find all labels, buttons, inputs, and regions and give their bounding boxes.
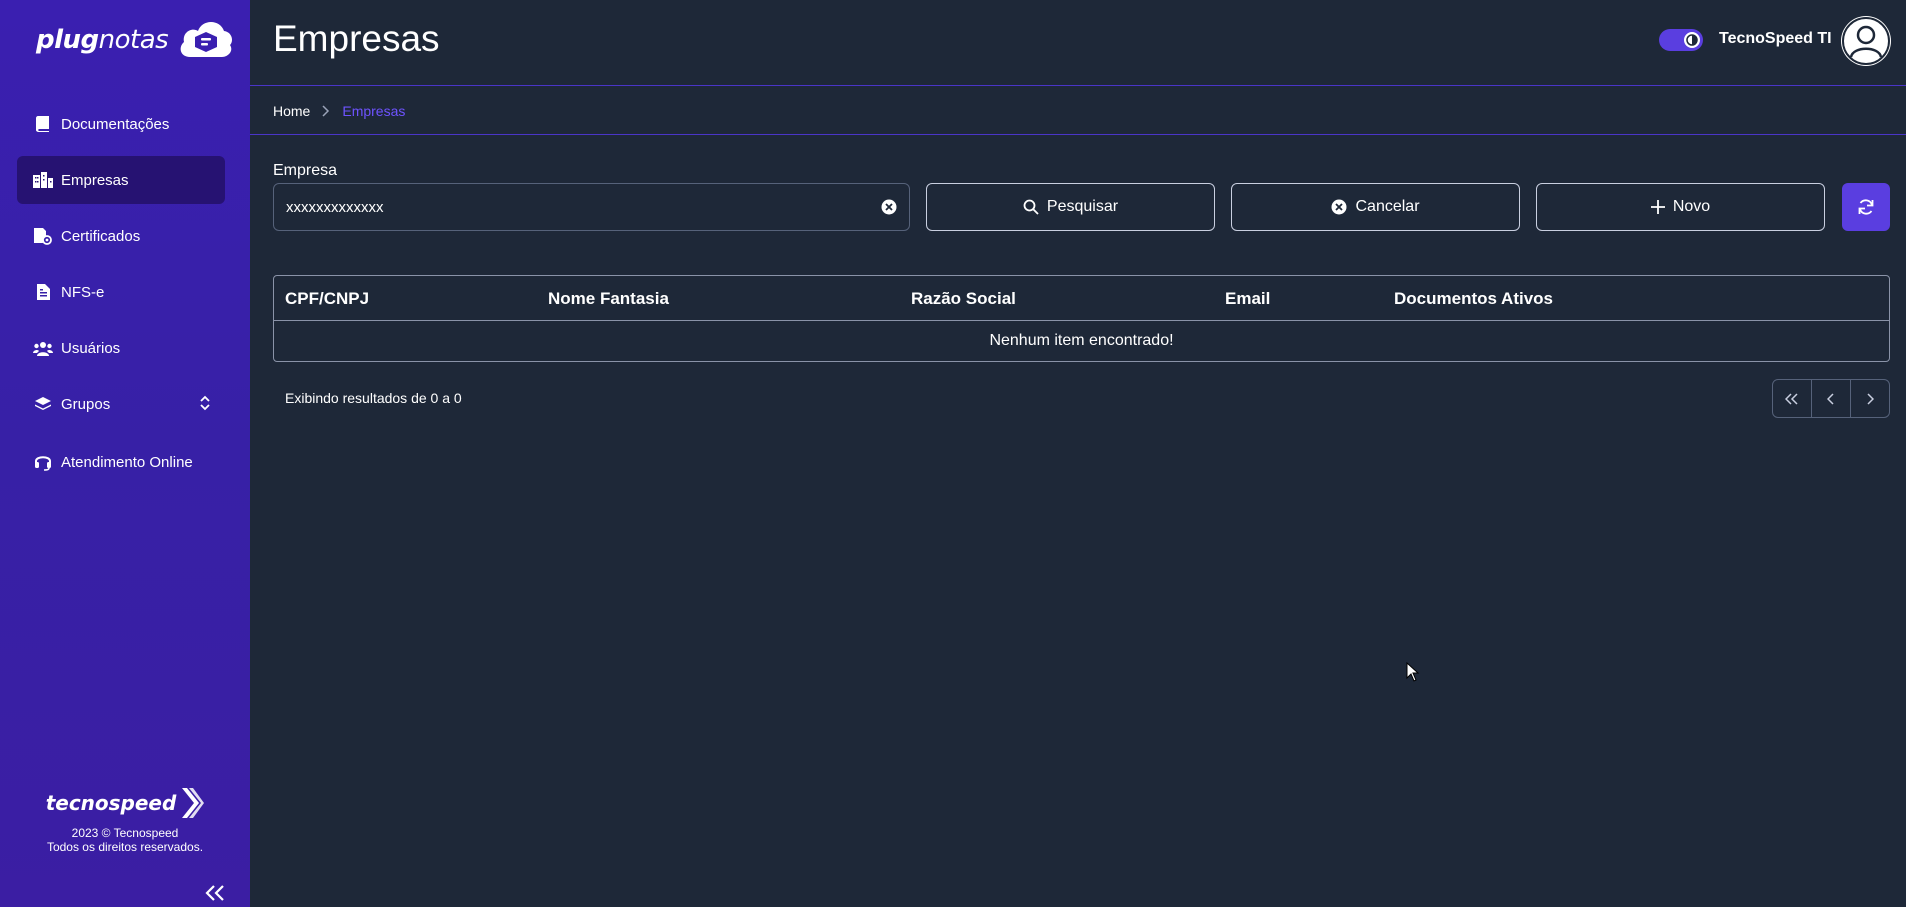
table-header: CPF/CNPJ Nome Fantasia Razão Social Emai… xyxy=(274,276,1889,321)
book-icon xyxy=(33,114,53,134)
sidebar-item-certificados[interactable]: Certificados xyxy=(17,212,225,260)
moon-icon xyxy=(1684,32,1700,48)
sidebar-item-label: Empresas xyxy=(61,171,129,189)
document-icon xyxy=(33,282,53,302)
sidebar-item-label: Atendimento Online xyxy=(61,453,193,471)
tecnospeed-logo: tecnospeed xyxy=(46,788,205,818)
logo-text-plug: plug xyxy=(36,25,99,55)
empty-message: Nenhum item encontrado! xyxy=(989,332,1174,349)
results-summary: Exibindo resultados de 0 a 0 xyxy=(285,390,462,406)
tecnospeed-chevron-icon xyxy=(180,788,205,818)
empresa-search-box xyxy=(273,183,910,231)
building-icon xyxy=(33,170,53,190)
sidebar-item-label: Usuários xyxy=(61,339,121,357)
sidebar-item-nfse[interactable]: NFS-e xyxy=(17,268,225,316)
users-icon xyxy=(33,338,53,358)
sidebar: plugnotas Documentações Empresas Certifi… xyxy=(0,0,250,907)
sidebar-item-documentacoes[interactable]: Documentações xyxy=(17,100,225,148)
pagination xyxy=(1772,379,1890,418)
search-button[interactable]: Pesquisar xyxy=(926,183,1215,231)
layers-icon xyxy=(33,394,53,414)
breadcrumb: Home Empresas xyxy=(250,87,1906,135)
previous-page-button[interactable] xyxy=(1812,380,1851,417)
sidebar-item-empresas[interactable]: Empresas xyxy=(17,156,225,204)
sidebar-item-grupos[interactable]: Grupos xyxy=(17,380,225,428)
headset-icon xyxy=(33,452,53,472)
new-button[interactable]: Novo xyxy=(1536,183,1825,231)
cloud-logo-icon xyxy=(176,17,234,64)
double-chevron-left-icon xyxy=(1785,392,1798,405)
column-header-nome-fantasia[interactable]: Nome Fantasia xyxy=(548,289,669,309)
breadcrumb-home[interactable]: Home xyxy=(273,103,310,119)
mouse-cursor-icon xyxy=(1406,661,1420,687)
next-page-button[interactable] xyxy=(1851,380,1889,417)
user-avatar-icon xyxy=(1842,17,1890,65)
column-header-documentos-ativos[interactable]: Documentos Ativos xyxy=(1394,289,1553,309)
sidebar-footer: tecnospeed 2023 © Tecnospeed Todos os di… xyxy=(0,788,250,854)
column-header-email[interactable]: Email xyxy=(1225,289,1270,309)
chevron-right-icon xyxy=(322,104,330,117)
new-button-label: Novo xyxy=(1672,198,1711,215)
copyright-line2: Todos os direitos reservados. xyxy=(46,840,204,854)
plus-icon xyxy=(1650,200,1665,214)
empresas-table: CPF/CNPJ Nome Fantasia Razão Social Emai… xyxy=(273,275,1890,362)
logo-text-notas: notas xyxy=(98,25,169,55)
cancel-button-label: Cancelar xyxy=(1355,198,1420,215)
sidebar-item-atendimento-online[interactable]: Atendimento Online xyxy=(17,438,225,486)
sidebar-item-label: NFS-e xyxy=(61,283,105,301)
chevron-right-icon xyxy=(1867,392,1874,405)
top-header: Empresas TecnoSpeed TI xyxy=(250,0,1906,86)
breadcrumb-current: Empresas xyxy=(342,102,406,119)
refresh-button[interactable] xyxy=(1842,183,1890,231)
plugnotas-logo[interactable]: plugnotas xyxy=(36,18,233,62)
sidebar-item-label: Certificados xyxy=(61,227,141,245)
column-header-cpf-cnpj[interactable]: CPF/CNPJ xyxy=(285,289,369,309)
sidebar-nav: Documentações Empresas Certificados NFS-… xyxy=(17,100,225,494)
empresa-search-input[interactable] xyxy=(286,198,881,216)
tecnospeed-logo-text: tecnospeed xyxy=(45,791,177,815)
page-title: Empresas xyxy=(273,18,440,59)
cancel-button[interactable]: Cancelar xyxy=(1231,183,1520,231)
copyright-line1: 2023 © Tecnospeed xyxy=(71,826,179,840)
clear-input-icon[interactable] xyxy=(881,199,897,215)
first-page-button[interactable] xyxy=(1773,380,1812,417)
avatar[interactable] xyxy=(1841,16,1891,66)
column-header-razao-social[interactable]: Razão Social xyxy=(911,289,1016,309)
refresh-icon xyxy=(1857,198,1875,216)
search-button-label: Pesquisar xyxy=(1046,198,1119,215)
sidebar-item-label: Documentações xyxy=(61,115,170,133)
theme-toggle[interactable] xyxy=(1659,29,1703,51)
search-icon xyxy=(1023,199,1039,215)
cancel-circle-icon xyxy=(1331,199,1347,215)
sidebar-item-label: Grupos xyxy=(61,395,111,413)
chevron-left-icon xyxy=(1827,392,1834,405)
collapse-sidebar-icon[interactable] xyxy=(204,884,226,907)
empresa-label: Empresa xyxy=(273,162,338,179)
certificate-icon xyxy=(33,226,53,246)
user-name[interactable]: TecnoSpeed TI xyxy=(1719,30,1832,48)
chevron-up-down-icon[interactable] xyxy=(199,394,211,416)
sidebar-item-usuarios[interactable]: Usuários xyxy=(17,324,225,372)
